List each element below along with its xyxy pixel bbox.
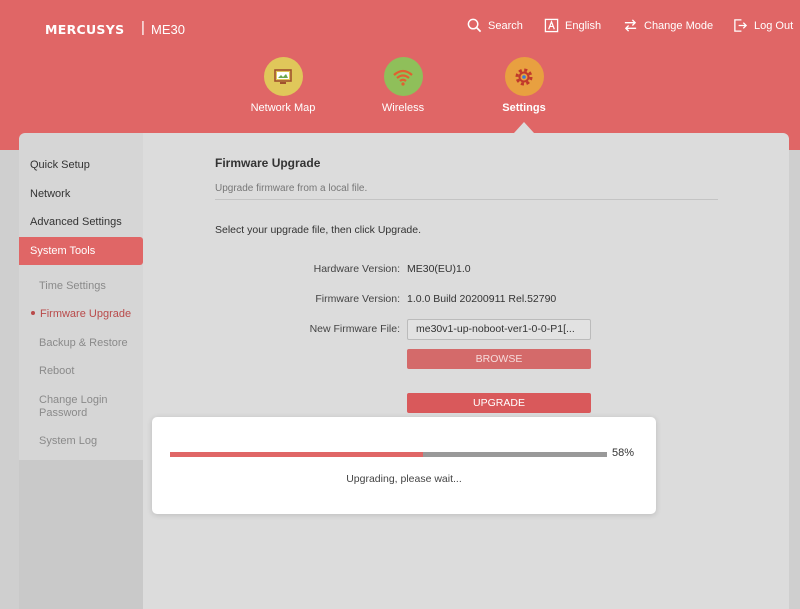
hardware-version-label: Hardware Version: bbox=[313, 263, 400, 275]
sidebar-sub-reboot[interactable]: Reboot bbox=[39, 365, 74, 378]
firmware-file-field[interactable]: me30v1-up-noboot-ver1-0-0-P1[... bbox=[407, 319, 591, 340]
progress-bar bbox=[170, 452, 607, 457]
page-title: Firmware Upgrade bbox=[215, 156, 321, 170]
progress-message: Upgrading, please wait... bbox=[346, 473, 462, 485]
nav-settings[interactable]: Settings bbox=[474, 57, 574, 114]
instruction-text: Select your upgrade file, then click Upg… bbox=[215, 224, 422, 236]
nav-network-map-label: Network Map bbox=[250, 102, 316, 114]
nav-wireless-label: Wireless bbox=[381, 102, 425, 114]
search-icon bbox=[467, 18, 482, 33]
upgrade-button[interactable]: UPGRADE bbox=[407, 393, 591, 413]
network-map-icon bbox=[263, 57, 303, 96]
language-icon bbox=[544, 18, 559, 33]
nav-settings-label: Settings bbox=[502, 102, 546, 114]
nav-wireless[interactable]: Wireless bbox=[353, 57, 453, 114]
sidebar-item-advanced-settings[interactable]: Advanced Settings bbox=[19, 216, 143, 228]
hardware-version-value: ME30(EU)1.0 bbox=[407, 263, 471, 275]
firmware-version-value: 1.0.0 Build 20200911 Rel.52790 bbox=[407, 293, 557, 305]
progress-bar-fill bbox=[170, 452, 424, 457]
content-panel bbox=[143, 133, 789, 609]
search-link[interactable]: Search bbox=[467, 18, 523, 33]
logout-icon bbox=[734, 19, 748, 32]
firmware-version-label: Firmware Version: bbox=[315, 293, 400, 305]
language-link[interactable]: English bbox=[544, 18, 601, 33]
browse-button[interactable]: BROWSE bbox=[407, 349, 591, 369]
model-name: ME30 bbox=[151, 22, 185, 37]
page-subtitle: Upgrade firmware from a local file. bbox=[215, 183, 368, 194]
change-mode-link[interactable]: Change Mode bbox=[623, 18, 713, 33]
nav-network-map[interactable]: Network Map bbox=[233, 57, 333, 114]
sidebar-footer bbox=[19, 460, 143, 609]
sidebar-sub-time-settings[interactable]: Time Settings bbox=[39, 280, 106, 293]
brand-separator: | bbox=[141, 19, 145, 36]
new-firmware-file-label: New Firmware File: bbox=[309, 323, 400, 335]
active-nav-caret bbox=[514, 122, 534, 133]
header-bar: MERCUSYS | ME30 Search English Change Mo… bbox=[0, 0, 800, 150]
sidebar-item-quick-setup[interactable]: Quick Setup bbox=[19, 159, 143, 171]
logout-link[interactable]: Log Out bbox=[733, 18, 793, 33]
current-dot-icon bbox=[31, 311, 35, 316]
sidebar-sub-system-log[interactable]: System Log bbox=[39, 435, 97, 448]
sidebar-item-system-tools[interactable]: System Tools bbox=[19, 237, 143, 265]
title-divider bbox=[215, 199, 718, 200]
swap-icon bbox=[624, 19, 637, 32]
search-label: Search bbox=[488, 19, 523, 32]
change-mode-label: Change Mode bbox=[644, 19, 714, 32]
sidebar-sub-firmware-upgrade-label: Firmware Upgrade bbox=[40, 308, 132, 320]
language-label: English bbox=[565, 19, 602, 32]
upgrade-progress-dialog: 58% Upgrading, please wait... bbox=[152, 417, 656, 514]
brand-logo: MERCUSYS bbox=[45, 22, 125, 37]
progress-percent: 58% bbox=[612, 447, 635, 459]
sidebar-sub-firmware-upgrade[interactable]: Firmware Upgrade bbox=[31, 308, 131, 321]
gear-icon bbox=[504, 57, 544, 96]
sidebar-sub-backup-restore[interactable]: Backup & Restore bbox=[39, 337, 128, 350]
wifi-icon bbox=[383, 57, 423, 96]
logout-label: Log Out bbox=[754, 19, 794, 32]
sidebar-item-network[interactable]: Network bbox=[19, 188, 143, 200]
sidebar-sub-change-login-password[interactable]: Change Login Password bbox=[39, 394, 119, 420]
